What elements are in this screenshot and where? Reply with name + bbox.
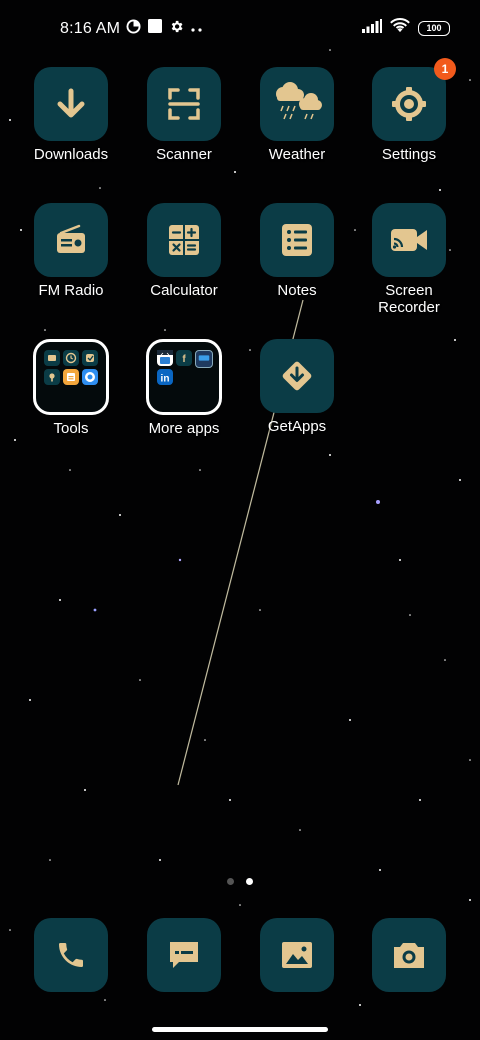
mini-app-icon: [82, 350, 98, 366]
video-camera-icon: [391, 229, 427, 251]
gear-icon: [392, 87, 426, 121]
dock-gallery[interactable]: [245, 918, 349, 992]
mini-app-icon: [63, 369, 79, 385]
app-getapps[interactable]: GetApps: [245, 339, 349, 435]
mini-clock-icon: [63, 350, 79, 366]
phone-icon: [59, 943, 83, 967]
app-label: Notes: [277, 282, 317, 299]
notes-app-icon[interactable]: [260, 203, 334, 277]
mini-amazon-icon: [157, 350, 173, 366]
app-notes[interactable]: Notes: [245, 203, 349, 299]
folder-tools[interactable]: Tools: [19, 339, 123, 437]
app-label: GetApps: [267, 418, 327, 435]
square-notification-icon: [147, 18, 163, 39]
home-gesture-bar[interactable]: [152, 1027, 328, 1032]
gallery-app-icon[interactable]: [260, 918, 334, 992]
page-dot-current[interactable]: [246, 878, 253, 885]
messages-app-icon[interactable]: [147, 918, 221, 992]
wifi-icon: [390, 18, 410, 38]
app-label: Scanner: [156, 146, 212, 163]
weather-cloud-icon: [276, 82, 322, 120]
app-screen-recorder[interactable]: Screen Recorder: [357, 203, 461, 316]
app-label: Screen Recorder: [378, 282, 440, 316]
calculator-icon: [169, 225, 199, 255]
svg-text:in: in: [161, 374, 170, 385]
mini-app-icon: [82, 369, 98, 385]
scanner-app-icon[interactable]: [147, 67, 221, 141]
app-scanner[interactable]: Scanner: [132, 67, 236, 163]
mini-linkedin-icon: in: [157, 369, 173, 385]
getapps-icon: [282, 361, 312, 391]
camera-app-icon[interactable]: [372, 918, 446, 992]
app-weather[interactable]: Weather: [245, 67, 349, 163]
download-arrow-icon: [57, 88, 85, 118]
calculator-app-icon[interactable]: [147, 203, 221, 277]
app-label: More apps: [148, 420, 220, 437]
dock-phone[interactable]: [19, 918, 123, 992]
more-dots-icon: [190, 20, 204, 38]
signal-icon: [362, 18, 382, 38]
radio-icon: [57, 224, 85, 253]
camera-icon: [394, 943, 424, 968]
app-settings[interactable]: 1 Settings: [357, 58, 461, 163]
screen-recorder-app-icon[interactable]: [372, 203, 446, 277]
status-bar: 8:16 AM 100: [0, 0, 480, 56]
app-fm-radio[interactable]: FM Radio: [19, 203, 123, 299]
gallery-icon: [282, 942, 312, 968]
app-downloads[interactable]: Downloads: [19, 67, 123, 163]
settings-app-icon[interactable]: 1: [372, 58, 456, 141]
data-saver-icon: [126, 18, 141, 39]
app-label: Calculator: [150, 282, 218, 299]
notes-list-icon: [282, 224, 312, 256]
gear-icon: [169, 19, 184, 39]
phone-app-icon[interactable]: [34, 918, 108, 992]
scanner-icon: [168, 88, 200, 120]
getapps-app-icon[interactable]: [260, 339, 334, 413]
page-indicator: [0, 878, 480, 885]
tools-folder-icon[interactable]: [33, 339, 109, 415]
notification-badge: 1: [434, 58, 456, 80]
app-label: Downloads: [33, 146, 109, 163]
folder-more-apps[interactable]: f in More apps: [132, 339, 236, 437]
battery-icon: 100: [418, 20, 450, 36]
fm-radio-app-icon[interactable]: [34, 203, 108, 277]
app-calculator[interactable]: Calculator: [132, 203, 236, 299]
app-label: Settings: [381, 146, 437, 163]
mini-facebook-icon: f: [176, 350, 192, 366]
mini-prime-video-icon: [195, 350, 213, 368]
svg-text:f: f: [182, 354, 186, 365]
mini-app-icon: [44, 369, 60, 385]
app-label: FM Radio: [38, 282, 104, 299]
message-icon: [170, 942, 198, 968]
page-dot[interactable]: [227, 878, 234, 885]
weather-app-icon[interactable]: [260, 67, 334, 141]
mini-app-icon: [44, 350, 60, 366]
home-screen: 8:16 AM 100 Downloads Scanner Weather 1 …: [0, 0, 480, 1040]
dock-camera[interactable]: [357, 918, 461, 992]
downloads-app-icon[interactable]: [34, 67, 108, 141]
app-label: Tools: [53, 420, 89, 437]
more-apps-folder-icon[interactable]: f in: [146, 339, 222, 415]
app-label: Weather: [268, 146, 326, 163]
status-time: 8:16 AM: [60, 19, 121, 37]
dock-messages[interactable]: [132, 918, 236, 992]
